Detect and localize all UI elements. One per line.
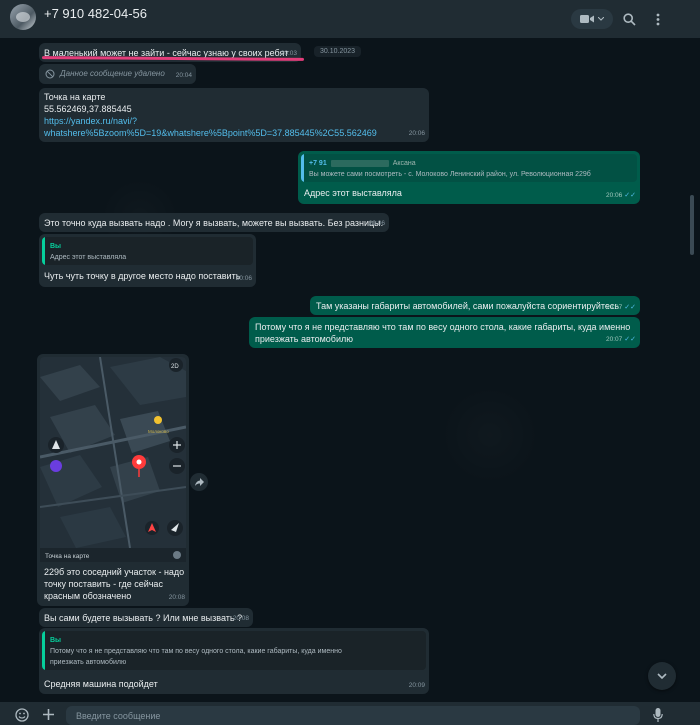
quote-text: Адрес этот выставляла [50, 254, 127, 261]
quoted-message[interactable]: Вы Адрес этот выставляла [42, 237, 253, 265]
message-text: Вы сами будете вызывать ? Или мне вызват… [44, 613, 243, 623]
message-time: 20:07 ✓✓ [606, 302, 636, 314]
message-text: точку поставить - где сейчас [44, 579, 163, 589]
forward-button[interactable] [190, 473, 208, 491]
compose-bar: Введите сообщение [0, 702, 700, 725]
message-text: 55.562469,37.885445 [44, 104, 132, 114]
message-text: Там указаны габариты автомобилей, сами п… [316, 301, 620, 311]
map-image [40, 357, 186, 549]
scroll-to-bottom-button[interactable] [648, 662, 676, 690]
message-time: 20:09 [408, 682, 425, 689]
scrollbar[interactable] [690, 195, 694, 255]
emoji-icon [15, 708, 29, 722]
quoted-message[interactable]: Вы Потому что я не представляю что там п… [42, 631, 426, 670]
message-time: 20:06 ✓✓ [606, 190, 636, 202]
incoming-message[interactable]: Вы сами будете вызывать ? Или мне вызват… [39, 608, 253, 627]
kebab-menu-icon [656, 13, 660, 25]
map-caption[interactable]: Точка на карте [40, 548, 186, 562]
whatsapp-chat-window: +7 910 482-04-56 30.10.2023 В маленький … [0, 0, 700, 725]
quote-accent-bar [42, 237, 45, 265]
open-map-icon [173, 551, 181, 559]
message-time: 20:04 [175, 72, 192, 79]
menu-button[interactable] [648, 9, 668, 29]
message-text: Точка на карте [44, 92, 106, 102]
message-text: Средняя машина подойдет [44, 679, 158, 689]
message-link[interactable]: https://yandex.ru/navi/? [44, 115, 137, 127]
message-time: 20:08 [232, 615, 249, 622]
incoming-message[interactable]: Это точно куда вызвать надо . Могу я выз… [39, 213, 389, 232]
read-ticks-icon: ✓✓ [624, 336, 636, 343]
message-time: 20:06 [368, 220, 385, 227]
outgoing-message[interactable]: +7 91 Аксана Вы можете сами посмотреть - … [298, 151, 640, 204]
location-message[interactable]: 2D Молоково Точка на карте 229б это сосе… [37, 354, 189, 606]
message-text: Это точно куда вызвать надо . Могу я выз… [44, 218, 384, 228]
quote-text: приезжать автомобилю [50, 659, 127, 666]
message-list[interactable]: 30.10.2023 В маленький может не зайти - … [0, 38, 700, 702]
incoming-message[interactable]: Вы Адрес этот выставляла Чуть чуть точку… [39, 234, 256, 287]
redacted-number [330, 159, 389, 167]
quote-text: Потому что я не представляю что там по в… [50, 648, 342, 655]
chevron-down-icon [657, 673, 667, 679]
plus-icon [43, 709, 54, 720]
contact-name[interactable]: +7 910 482-04-56 [44, 6, 147, 21]
incoming-message[interactable]: Вы Потому что я не представляю что там п… [39, 628, 429, 694]
incoming-message[interactable]: Точка на карте 55.562469,37.885445 https… [39, 88, 429, 142]
search-button[interactable] [619, 9, 639, 29]
message-text: красным обозначено [44, 591, 132, 601]
message-text: Данное сообщение удалено [60, 69, 165, 78]
map-preview[interactable]: 2D Молоково [40, 357, 186, 562]
chat-header: +7 910 482-04-56 [0, 0, 700, 38]
message-time: 20:08 [168, 594, 185, 601]
microphone-icon [653, 708, 663, 722]
message-text: 229б это соседний участок - надо [44, 567, 185, 577]
message-link[interactable]: whatshere%5Bzoom%5D=19&whatshere%5Bpoint… [44, 127, 377, 139]
map-mode-badge[interactable]: 2D [171, 361, 179, 373]
read-ticks-icon: ✓✓ [624, 304, 636, 311]
message-text: Адрес этот выставляла [304, 188, 402, 198]
voice-message-button[interactable] [653, 708, 663, 725]
read-ticks-icon: ✓✓ [624, 192, 636, 199]
message-text: Чуть чуть точку в другое место надо пост… [44, 271, 241, 281]
emoji-button[interactable] [15, 708, 29, 725]
video-call-button[interactable] [571, 9, 613, 29]
video-camera-icon [580, 15, 594, 23]
date-divider: 30.10.2023 [314, 46, 362, 57]
attach-button[interactable] [42, 708, 55, 725]
message-time: 20:06 [235, 275, 252, 282]
quote-accent-bar [42, 631, 45, 670]
outgoing-message[interactable]: Потому что я не представляю что там по в… [249, 317, 640, 348]
message-text: приезжать автомобилю [255, 334, 353, 344]
forward-icon [194, 478, 204, 486]
blocked-icon [45, 69, 55, 79]
message-input[interactable]: Введите сообщение [66, 706, 640, 725]
chevron-down-icon [598, 17, 604, 21]
quote-text: Вы можете сами посмотреть - с. Молоково … [309, 171, 591, 178]
message-text: Потому что я не представляю что там по в… [255, 322, 631, 332]
avatar[interactable] [10, 4, 36, 30]
message-time: 20:07 ✓✓ [606, 334, 636, 346]
outgoing-message[interactable]: Там указаны габариты автомобилей, сами п… [310, 296, 640, 315]
message-time: 20:06 [408, 130, 425, 137]
deleted-message[interactable]: Данное сообщение удалено 20:04 [39, 64, 196, 84]
map-place-label: Молоково [148, 429, 169, 434]
quote-accent-bar [301, 154, 304, 182]
search-icon [622, 12, 636, 26]
quoted-message[interactable]: +7 91 Аксана Вы можете сами посмотреть - … [301, 154, 637, 182]
